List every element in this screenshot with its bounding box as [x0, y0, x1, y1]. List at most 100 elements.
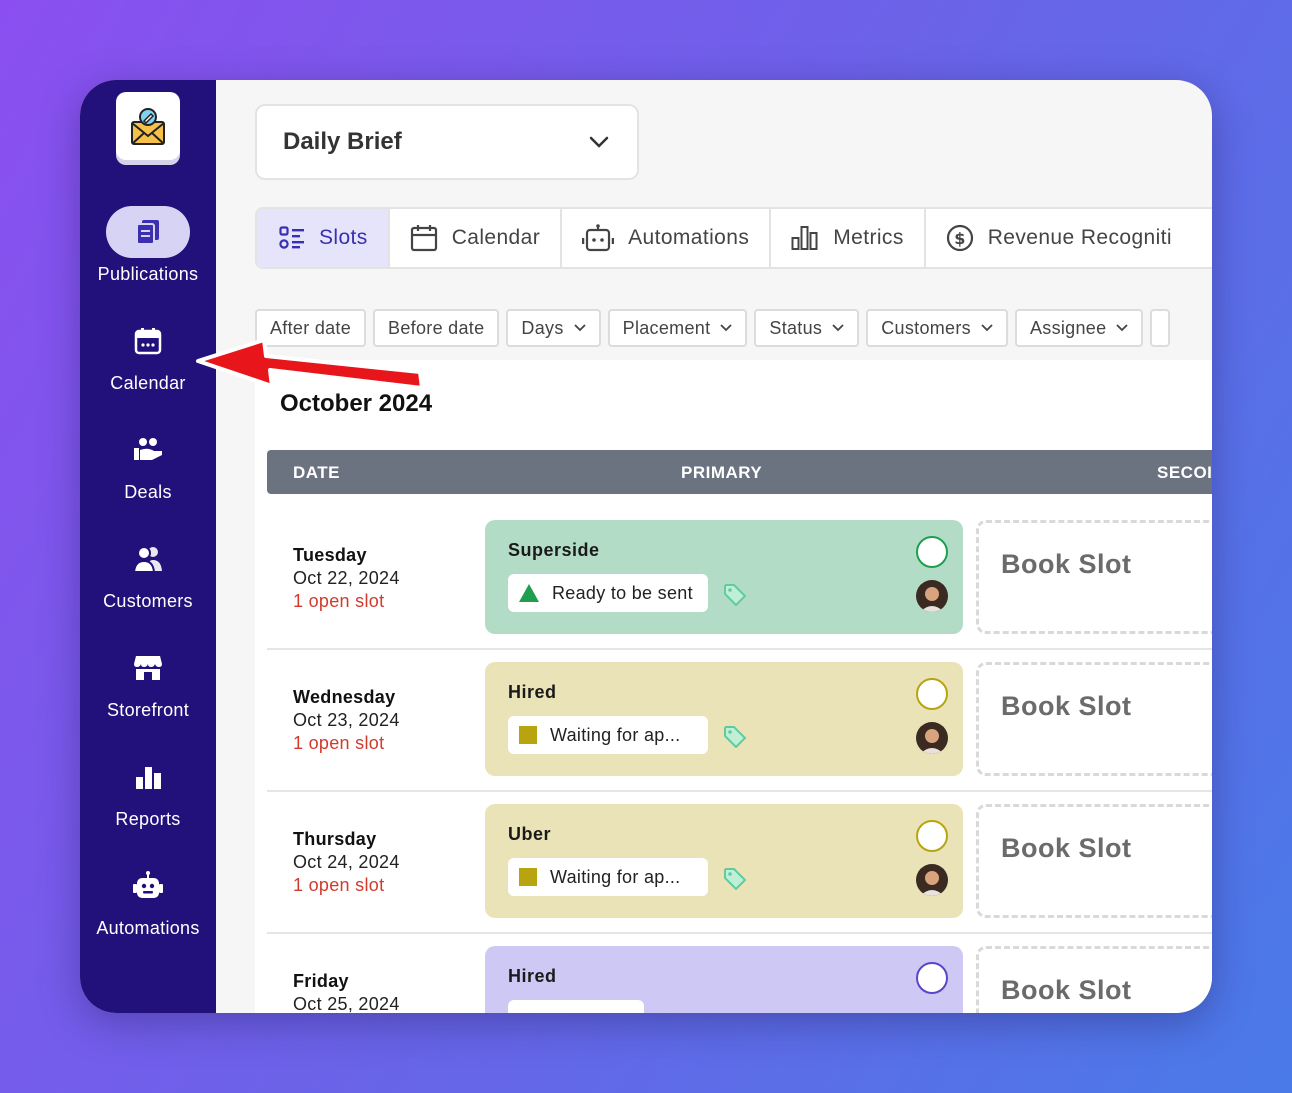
- tab-metrics[interactable]: Metrics: [771, 209, 926, 267]
- avatar[interactable]: [916, 864, 948, 896]
- complete-checkbox[interactable]: [916, 820, 948, 852]
- status-text: Waiting for ap...: [550, 724, 681, 745]
- status-text: Ready to be sent: [552, 582, 693, 603]
- slots-list-icon: [279, 226, 304, 249]
- filter-status[interactable]: Status: [754, 309, 860, 347]
- status-dropdown[interactable]: [508, 1000, 644, 1013]
- sidebar-item-automations[interactable]: Automations: [80, 860, 216, 939]
- open-slot-count: 1 open slot: [293, 733, 385, 753]
- customer-name: Uber: [508, 824, 552, 844]
- dropdown-value: Daily Brief: [283, 128, 402, 155]
- sidebar: Publications Calendar Deals Customers St…: [80, 80, 216, 1013]
- status-dropdown[interactable]: Waiting for ap...: [508, 858, 708, 896]
- robot-icon: [582, 224, 615, 252]
- status-dropdown[interactable]: Ready to be sent: [508, 574, 708, 612]
- filter-customers[interactable]: Customers: [866, 309, 1008, 347]
- sidebar-item-deals[interactable]: Deals: [80, 424, 216, 503]
- tab-label: Automations: [628, 226, 750, 249]
- status-dropdown[interactable]: Waiting for ap...: [508, 716, 708, 754]
- app-logo[interactable]: [116, 92, 180, 160]
- calendar-icon: [410, 225, 437, 252]
- day-name: Friday: [293, 971, 349, 991]
- customer-name: Superside: [508, 540, 600, 560]
- main-panel: Daily Brief Slots Calendar Automations M…: [216, 80, 1212, 1013]
- filter-label: Status: [769, 317, 823, 338]
- deals-icon: [132, 424, 164, 476]
- tab-revenue-recognition[interactable]: $ Revenue Recogniti: [926, 209, 1192, 267]
- table-header: DATE PRIMARY SECOI: [267, 450, 1212, 494]
- chevron-down-icon: [574, 324, 586, 332]
- table-row: Wednesday Oct 23, 2024 1 open slot Hired…: [267, 650, 1212, 792]
- chevron-down-icon: [981, 324, 993, 332]
- table-row: Friday Oct 25, 2024 Hired Book Slot: [267, 934, 1212, 1013]
- sidebar-item-publications[interactable]: Publications: [80, 206, 216, 285]
- sidebar-item-storefront[interactable]: Storefront: [80, 642, 216, 721]
- filter-label: Placement: [622, 317, 711, 338]
- square-status-icon: [519, 868, 537, 886]
- customer-name: Hired: [508, 682, 557, 702]
- book-slot-button[interactable]: Book Slot: [976, 520, 1212, 634]
- column-header-secondary: SECOI: [1157, 463, 1212, 482]
- complete-checkbox[interactable]: [916, 962, 948, 994]
- sidebar-item-label: Deals: [124, 482, 172, 502]
- tab-calendar[interactable]: Calendar: [390, 209, 563, 267]
- filter-placement[interactable]: Placement: [607, 309, 748, 347]
- book-slot-button[interactable]: Book Slot: [976, 804, 1212, 918]
- filter-label: Days: [521, 317, 564, 338]
- filter-more[interactable]: [1150, 309, 1171, 347]
- sidebar-item-label: Customers: [103, 591, 193, 611]
- customer-name: Hired: [508, 966, 557, 986]
- slot-card[interactable]: Hired Waiting for ap...: [485, 662, 963, 776]
- date-text: Oct 24, 2024: [293, 852, 400, 872]
- filter-days[interactable]: Days: [506, 309, 601, 347]
- filter-assignee[interactable]: Assignee: [1014, 309, 1144, 347]
- dollar-circle-icon: $: [946, 224, 973, 252]
- bar-chart-icon: [791, 226, 818, 250]
- publication-dropdown[interactable]: Daily Brief: [255, 104, 639, 180]
- tab-automations[interactable]: Automations: [562, 209, 772, 267]
- triangle-status-icon: [519, 584, 539, 602]
- tab-label: Slots: [319, 226, 368, 249]
- envelope-logo-icon: [131, 108, 165, 145]
- table-row: Tuesday Oct 22, 2024 1 open slot Supersi…: [267, 508, 1212, 650]
- avatar[interactable]: [916, 580, 948, 612]
- filter-label: Assignee: [1029, 317, 1107, 338]
- chevron-down-icon: [589, 136, 609, 148]
- day-name: Wednesday: [293, 687, 396, 707]
- tag-icon[interactable]: [723, 866, 747, 890]
- day-name: Thursday: [293, 829, 377, 849]
- date-cell: Wednesday Oct 23, 2024 1 open slot: [293, 686, 400, 755]
- status-text: Waiting for ap...: [550, 866, 681, 887]
- tab-bar: Slots Calendar Automations Metrics $ Rev…: [255, 207, 1212, 269]
- calendar-icon: [134, 315, 162, 367]
- publications-icon: [106, 206, 190, 258]
- tag-icon[interactable]: [723, 724, 747, 748]
- column-header-date: DATE: [293, 463, 341, 482]
- sidebar-item-reports[interactable]: Reports: [80, 751, 216, 830]
- book-slot-button[interactable]: Book Slot: [976, 662, 1212, 776]
- customers-icon: [133, 533, 163, 585]
- sidebar-item-label: Automations: [96, 918, 200, 938]
- sidebar-item-label: Storefront: [106, 700, 190, 720]
- open-slot-count: 1 open slot: [293, 875, 385, 895]
- annotation-arrow-icon: [196, 338, 424, 390]
- slots-content: October 2024 DATE PRIMARY SECOI Tuesday …: [255, 360, 1212, 1013]
- slot-card[interactable]: Uber Waiting for ap...: [485, 804, 963, 918]
- sidebar-item-customers[interactable]: Customers: [80, 533, 216, 612]
- slot-card[interactable]: Hired: [485, 946, 963, 1013]
- filter-label: Customers: [881, 317, 971, 338]
- complete-checkbox[interactable]: [916, 678, 948, 710]
- app-window: Publications Calendar Deals Customers St…: [80, 80, 1212, 1013]
- sidebar-item-label: Publications: [97, 264, 199, 284]
- tab-label: Revenue Recogniti: [987, 226, 1172, 249]
- avatar[interactable]: [916, 722, 948, 754]
- complete-checkbox[interactable]: [916, 536, 948, 568]
- slot-card[interactable]: Superside Ready to be sent: [485, 520, 963, 634]
- chevron-down-icon: [832, 324, 844, 332]
- book-slot-button[interactable]: Book Slot: [976, 946, 1212, 1013]
- tag-icon[interactable]: [723, 582, 747, 606]
- sidebar-item-label: Calendar: [110, 373, 186, 393]
- column-header-primary: PRIMARY: [681, 463, 763, 482]
- tab-slots[interactable]: Slots: [257, 209, 390, 267]
- storefront-icon: [133, 642, 163, 694]
